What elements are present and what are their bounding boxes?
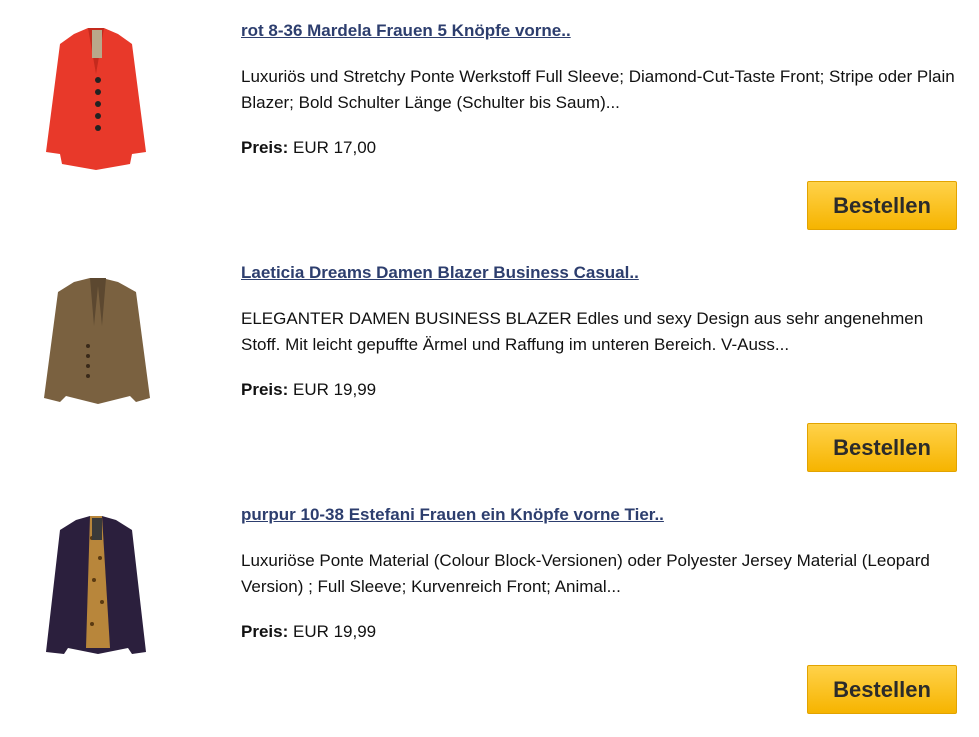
product-title-link[interactable]: purpur 10-38 Estefani Frauen ein Knöpfe … <box>241 505 664 525</box>
price-label: Preis: <box>241 380 289 399</box>
product-title-link[interactable]: rot 8-36 Mardela Frauen 5 Knöpfe vorne.. <box>241 21 571 41</box>
product-item: Laeticia Dreams Damen Blazer Business Ca… <box>0 242 979 484</box>
purple-blazer-image <box>46 516 146 654</box>
product-price: Preis: EUR 17,00 <box>241 138 376 158</box>
product-description: ELEGANTER DAMEN BUSINESS BLAZER Edles un… <box>241 309 924 354</box>
order-button[interactable]: Bestellen <box>807 423 957 472</box>
order-button[interactable]: Bestellen <box>807 181 957 230</box>
price-value: EUR 19,99 <box>292 380 377 399</box>
price-value: EUR 17,00 <box>292 138 377 157</box>
product-description: Luxuriös und Stretchy Ponte Werkstoff Fu… <box>241 67 955 112</box>
product-item: rot 8-36 Mardela Frauen 5 Knöpfe vorne..… <box>0 0 979 242</box>
price-label: Preis: <box>241 622 289 641</box>
product-description: Luxuriöse Ponte Material (Colour Block-V… <box>241 551 930 596</box>
brown-blazer-image <box>44 278 150 404</box>
product-price: Preis: EUR 19,99 <box>241 380 376 400</box>
product-image[interactable] <box>28 256 164 416</box>
product-item: purpur 10-38 Estefani Frauen ein Knöpfe … <box>0 484 979 726</box>
price-value: EUR 19,99 <box>292 622 377 641</box>
product-title-link[interactable]: Laeticia Dreams Damen Blazer Business Ca… <box>241 263 639 283</box>
order-button[interactable]: Bestellen <box>807 665 957 714</box>
price-label: Preis: <box>241 138 289 157</box>
red-blazer-image <box>46 28 146 170</box>
product-image[interactable] <box>28 14 164 174</box>
product-image[interactable] <box>28 498 164 658</box>
product-price: Preis: EUR 19,99 <box>241 622 376 642</box>
